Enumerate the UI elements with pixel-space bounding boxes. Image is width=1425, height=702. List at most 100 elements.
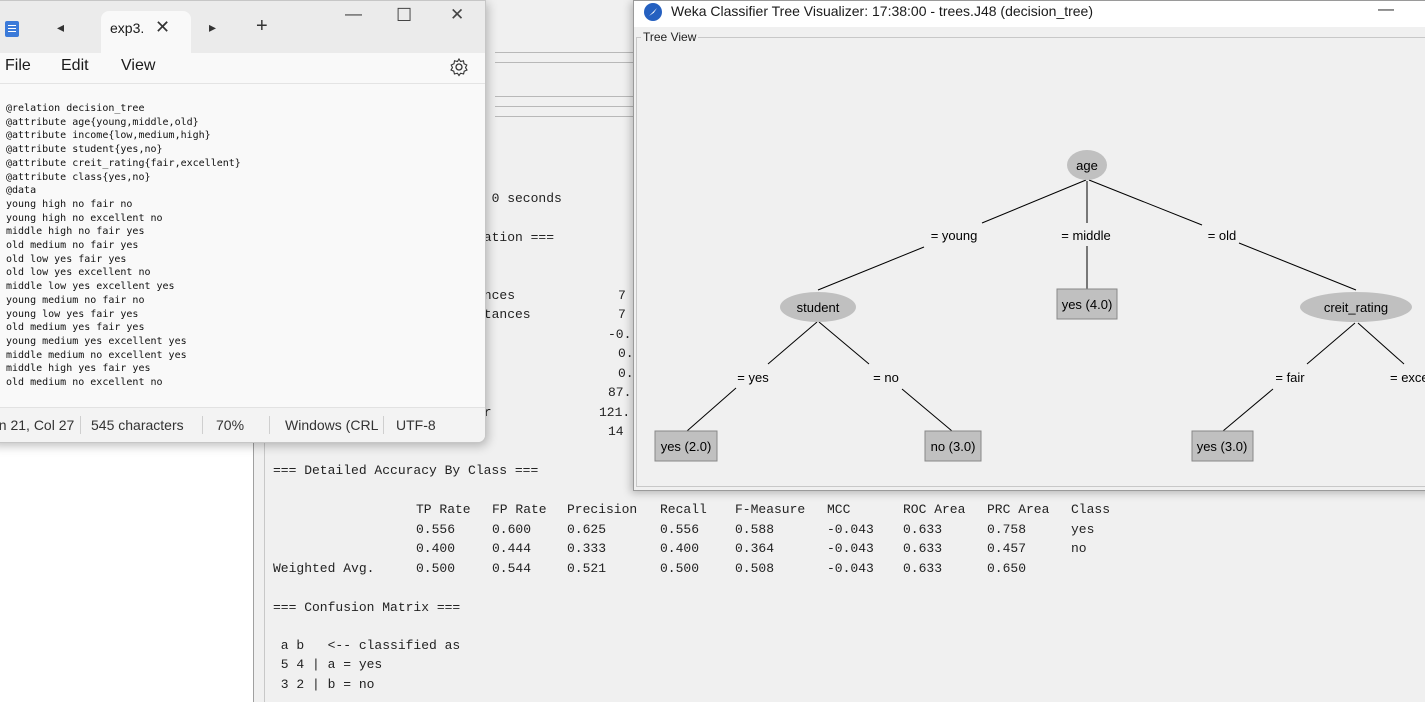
accuracy-cell: 0.758 <box>987 522 1027 537</box>
leaf-label: yes (4.0) <box>1062 297 1113 312</box>
divider <box>495 52 635 53</box>
edge-line <box>1238 242 1357 291</box>
accuracy-cell: 0.457 <box>987 541 1027 556</box>
accuracy-cell: -0.043 <box>827 561 874 576</box>
tree-visualizer-window[interactable]: Weka Classifier Tree Visualizer: 17:38:0… <box>633 0 1425 491</box>
status-zoom[interactable]: 70% <box>216 417 244 433</box>
tab-title: exp3. <box>110 20 145 36</box>
leaf-yes-2[interactable]: yes (2.0) <box>654 430 718 462</box>
divider <box>495 62 635 63</box>
accuracy-header: MCC <box>827 502 851 517</box>
accuracy-cell: 0.633 <box>903 561 943 576</box>
output-value: 121. <box>599 405 631 420</box>
output-value: 7 <box>618 288 626 303</box>
node-age[interactable]: age <box>1067 150 1107 180</box>
status-divider <box>80 416 81 434</box>
edge-label-young: = young <box>931 228 978 243</box>
leaf-label: no (3.0) <box>931 439 976 454</box>
notepad-window[interactable]: ◂ exp3. ✕ ▸ + — ☐ ✕ File Edit View @rela… <box>0 0 486 443</box>
minimize-button[interactable]: — <box>345 4 362 24</box>
accuracy-cell: no <box>1071 541 1087 556</box>
status-position: Ln 21, Col 27 <box>0 417 75 433</box>
tab-exp3[interactable]: exp3. ✕ <box>101 11 191 53</box>
edge-line <box>817 246 925 291</box>
output-value: 0. <box>618 346 634 361</box>
confusion-line: a b <-- classified as <box>273 638 461 653</box>
tab-scroll-right-icon[interactable]: ▸ <box>209 19 216 36</box>
accuracy-header: Precision <box>567 502 638 517</box>
edge-line <box>901 388 953 432</box>
menu-edit[interactable]: Edit <box>61 57 89 75</box>
edge-line <box>818 321 870 365</box>
accuracy-header: F-Measure <box>735 502 806 517</box>
leaf-no-3[interactable]: no (3.0) <box>924 430 982 462</box>
accuracy-cell: 0.544 <box>492 561 532 576</box>
accuracy-cell: 0.600 <box>492 522 532 537</box>
notepad-statusbar: Ln 21, Col 27 545 characters 70% Windows… <box>0 407 485 442</box>
divider <box>495 116 635 117</box>
edge-label-yes: = yes <box>737 370 769 385</box>
output-fragment: : 0 seconds <box>476 191 562 206</box>
leaf-yes-3[interactable]: yes (3.0) <box>1191 430 1254 462</box>
node-student[interactable]: student <box>780 292 856 322</box>
accuracy-header: PRC Area <box>987 502 1050 517</box>
accuracy-cell: 0.633 <box>903 522 943 537</box>
accuracy-cell: 0.556 <box>416 522 456 537</box>
accuracy-header: TP Rate <box>416 502 471 517</box>
file-content[interactable]: @relation decision_tree @attribute age{y… <box>6 102 241 390</box>
edge-line <box>981 179 1087 224</box>
divider <box>495 96 635 97</box>
accuracy-cell: 0.500 <box>660 561 700 576</box>
output-value: 0. <box>618 366 634 381</box>
output-value: 14 <box>608 424 624 439</box>
menu-file[interactable]: File <box>5 57 31 75</box>
status-line-ending[interactable]: Windows (CRL <box>285 417 378 433</box>
confusion-line: 5 4 | a = yes <box>273 657 383 672</box>
accuracy-cell: 0.364 <box>735 541 775 556</box>
status-characters: 545 characters <box>91 417 184 433</box>
maximize-button[interactable]: ☐ <box>396 5 412 26</box>
notepad-titlebar[interactable]: ◂ exp3. ✕ ▸ + — ☐ ✕ <box>0 1 485 53</box>
status-encoding[interactable]: UTF-8 <box>396 417 436 433</box>
accuracy-header: FP Rate <box>492 502 547 517</box>
accuracy-header: Recall <box>660 502 707 517</box>
status-divider <box>383 416 384 434</box>
new-tab-button[interactable]: + <box>256 15 268 38</box>
node-label: age <box>1076 158 1098 173</box>
edge-label-old: = old <box>1208 228 1237 243</box>
close-button[interactable]: ✕ <box>450 5 464 25</box>
tab-close-icon[interactable]: ✕ <box>155 17 170 38</box>
accuracy-cell: 0.650 <box>987 561 1027 576</box>
output-fragment: dation === <box>476 230 555 245</box>
accuracy-cell: 0.508 <box>735 561 775 576</box>
edge-line <box>1088 179 1203 226</box>
accuracy-row-label: Weighted Avg. <box>273 561 375 576</box>
tree-canvas[interactable]: age student creit_rating yes (4.0) yes (… <box>634 1 1425 490</box>
menu-view[interactable]: View <box>121 57 155 75</box>
notepad-app-icon <box>5 21 19 37</box>
leaf-label: yes (3.0) <box>1197 439 1248 454</box>
notepad-text-area[interactable]: @relation decision_tree @attribute age{y… <box>0 84 485 407</box>
node-label: student <box>797 300 840 315</box>
accuracy-cell: -0.043 <box>827 522 874 537</box>
accuracy-header: ROC Area <box>903 502 966 517</box>
edge-line <box>1306 322 1356 365</box>
edge-line <box>1222 388 1274 432</box>
edge-label-middle: = middle <box>1061 228 1111 243</box>
tab-scroll-left-icon[interactable]: ◂ <box>57 19 64 36</box>
accuracy-cell: 0.588 <box>735 522 775 537</box>
status-divider <box>269 416 270 434</box>
edge-line <box>686 387 737 432</box>
edge-label-no: = no <box>873 370 899 385</box>
node-creit-rating[interactable]: creit_rating <box>1300 292 1412 322</box>
confusion-line: 3 2 | b = no <box>273 677 375 692</box>
gear-icon[interactable] <box>449 57 469 77</box>
edge-line <box>1357 322 1405 365</box>
edge-label-fair: = fair <box>1275 370 1305 385</box>
leaf-label: yes (2.0) <box>661 439 712 454</box>
accuracy-cell: 0.625 <box>567 522 607 537</box>
accuracy-header: Class <box>1071 502 1111 517</box>
leaf-yes-4[interactable]: yes (4.0) <box>1056 288 1118 320</box>
edge-line <box>767 321 818 365</box>
accuracy-cell: 0.400 <box>416 541 456 556</box>
